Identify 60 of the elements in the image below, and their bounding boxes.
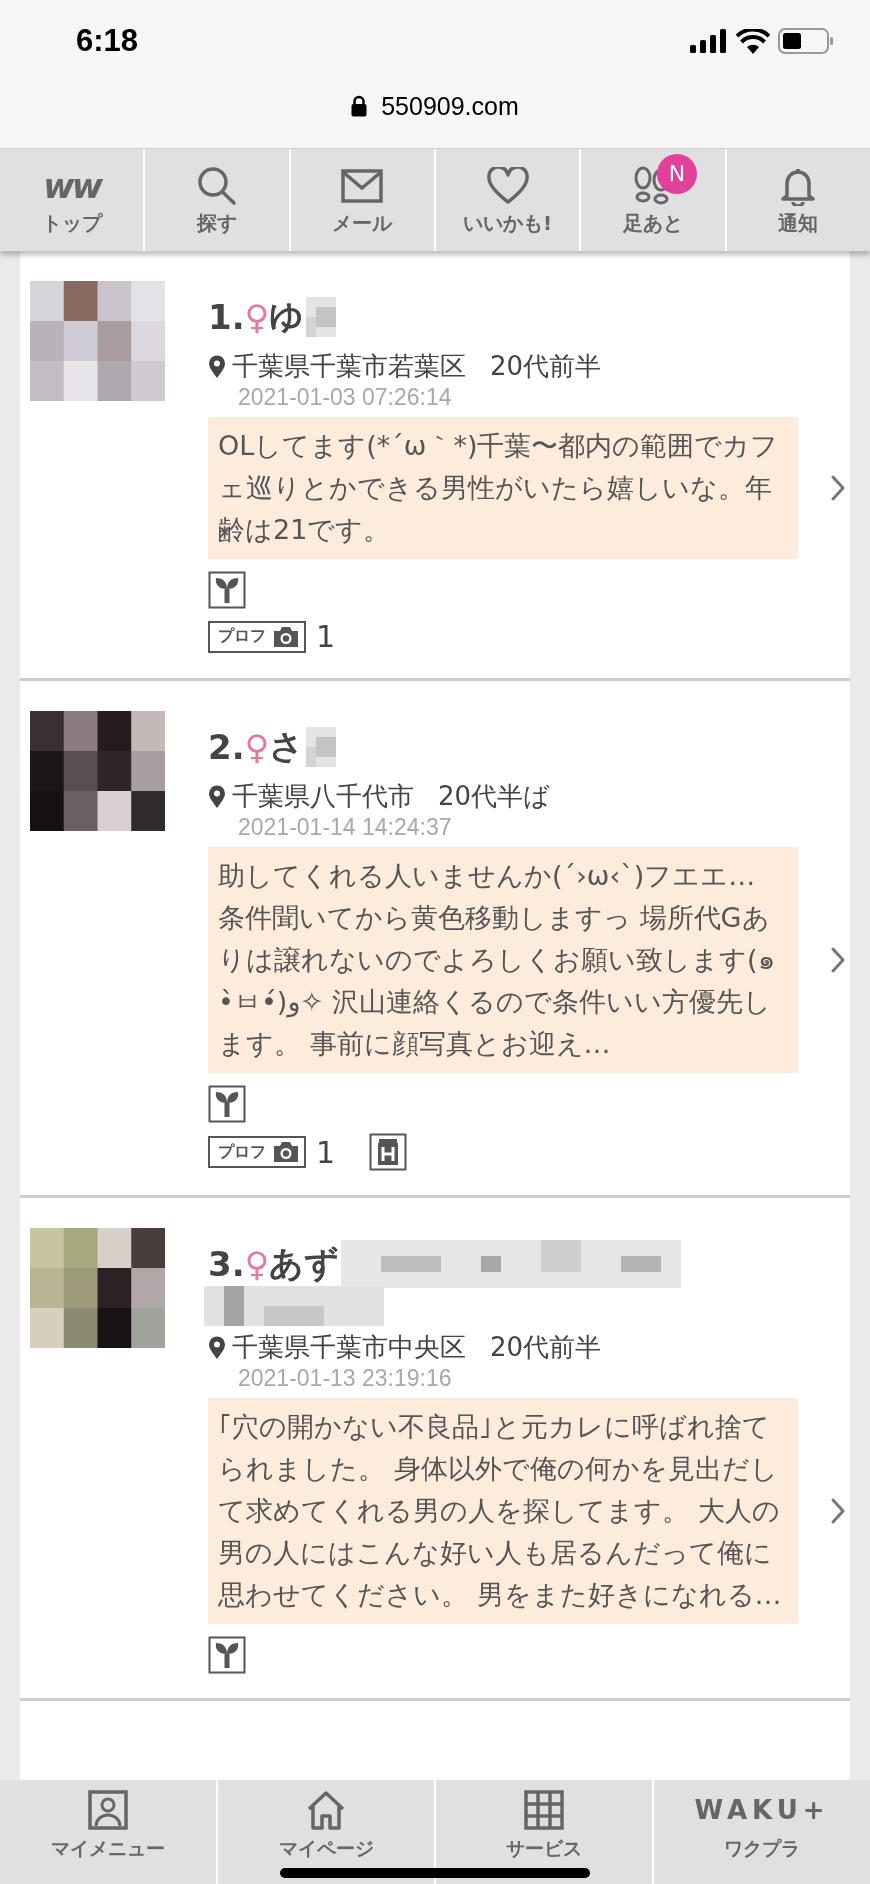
heart-icon: [486, 166, 529, 205]
nav-tab[interactable]: N 足あと: [581, 149, 725, 251]
bottom-tab[interactable]: マイページ: [218, 1780, 434, 1884]
bottom-tab[interactable]: WAKU+ ワクプラ: [654, 1780, 870, 1884]
home-icon: [306, 1790, 346, 1830]
post-date: 2021-01-14 14:24:37: [238, 814, 452, 841]
post-card[interactable]: 1.♀ゆ 千葉県千葉市若葉区 20代前半 2021-01-03 07:26:14 OLしてます(*´ω｀*)千葉〜都内の範囲でカフェ巡りとかできる男性がいたら嬉しいな。年齢は21です。 プロフ 1: [20, 251, 850, 681]
location-pin-icon: [208, 1335, 226, 1360]
post-date: 2021-01-03 07:26:14: [238, 384, 452, 411]
profile-photo-badge: プロフ: [208, 620, 306, 653]
age-text: 20代前半: [490, 350, 602, 383]
nav-tab[interactable]: ww トップ: [0, 149, 144, 251]
wifi-icon: [736, 28, 770, 54]
location-pin-icon: [208, 354, 226, 379]
mail-icon: [341, 168, 384, 203]
signal-icon: [690, 29, 728, 53]
female-symbol: ♀: [244, 727, 270, 767]
new-badge: N: [657, 153, 697, 194]
bottom-tab[interactable]: サービス: [436, 1780, 652, 1884]
search-icon: [196, 165, 238, 206]
message-text: OLしてます(*´ω｀*)千葉〜都内の範囲でカフェ巡りとかできる男性がいたら嬉しいな。年齢は21です。: [208, 417, 798, 559]
nav-tab[interactable]: メール: [290, 149, 434, 251]
bottom-tab[interactable]: マイメニュー: [0, 1780, 216, 1884]
post-card[interactable]: 3.♀あず 千葉県千葉市中央区 20代前半 2021-01-13 23:19:16 ｢穴の開かない不良品｣と元カレに呼ばれ捨てられました。 身体以外で俺の何かを見出だして求めてくれる男の人を探してます。 大人の男の人にはこんな好い人も居るんだって俺に思わせてください。 男をまた好きになれる…: [20, 1198, 850, 1701]
grid-icon: [524, 1790, 564, 1830]
camera-icon: [272, 1141, 300, 1163]
user-name: ゆ: [269, 295, 305, 338]
location-pin-icon: [208, 784, 226, 809]
status-time: 6:18: [76, 23, 139, 59]
chevron-right-icon[interactable]: [830, 1497, 846, 1525]
age-text: 20代半ば: [438, 780, 551, 813]
location-text: 千葉県八千代市: [232, 780, 414, 813]
age-text: 20代前半: [490, 1331, 602, 1364]
photo-count: 1: [316, 619, 336, 654]
person-icon: [88, 1790, 128, 1830]
post-date: 2021-01-13 23:19:16: [238, 1365, 452, 1392]
message-text: ｢穴の開かない不良品｣と元カレに呼ばれ捨てられました。 身体以外で俺の何かを見出だして求めてくれる男の人を探してます。 大人の男の人にはこんな好い人も居るんだって俺に思わせてください。 男をまた好きになれる…: [208, 1398, 798, 1624]
waku-logo: WAKU+: [694, 1794, 830, 1827]
nav-tab[interactable]: 通知: [726, 149, 870, 251]
message-text: 助してくれる人いませんか(´›ω‹`)フエエ… 条件聞いてから黄色移動しますっ 場所代Gありは譲れないのでよろしくお願い致します(๑•̀ㅂ•́)و✧ 沢山連絡くるので条件いい方優先します。 事前に顔写真とお迎え…: [208, 847, 798, 1073]
female-symbol: ♀: [244, 297, 270, 337]
rank-number: 3.: [208, 1244, 245, 1284]
user-name: あず: [269, 1242, 340, 1285]
location-text: 千葉県千葉市若葉区: [232, 350, 466, 383]
nav-tab[interactable]: 探す: [145, 149, 289, 251]
site-logo: ww: [43, 168, 101, 203]
location-text: 千葉県千葉市中央区: [232, 1331, 466, 1364]
photo-count: 1: [316, 1134, 336, 1170]
chevron-right-icon[interactable]: [830, 946, 846, 974]
lock-icon: [351, 95, 368, 117]
user-name: さ: [269, 725, 305, 768]
battery-icon: [778, 28, 834, 54]
chevron-right-icon[interactable]: [830, 474, 846, 502]
rank-number: 2.: [208, 727, 245, 767]
nav-tab[interactable]: いいかも!: [436, 149, 580, 251]
female-symbol: ♀: [244, 1244, 270, 1284]
profile-photo-badge: プロフ: [208, 1136, 306, 1168]
url-text: 550909.com: [381, 91, 519, 121]
rank-number: 1.: [208, 297, 245, 337]
camera-icon: [272, 625, 300, 648]
